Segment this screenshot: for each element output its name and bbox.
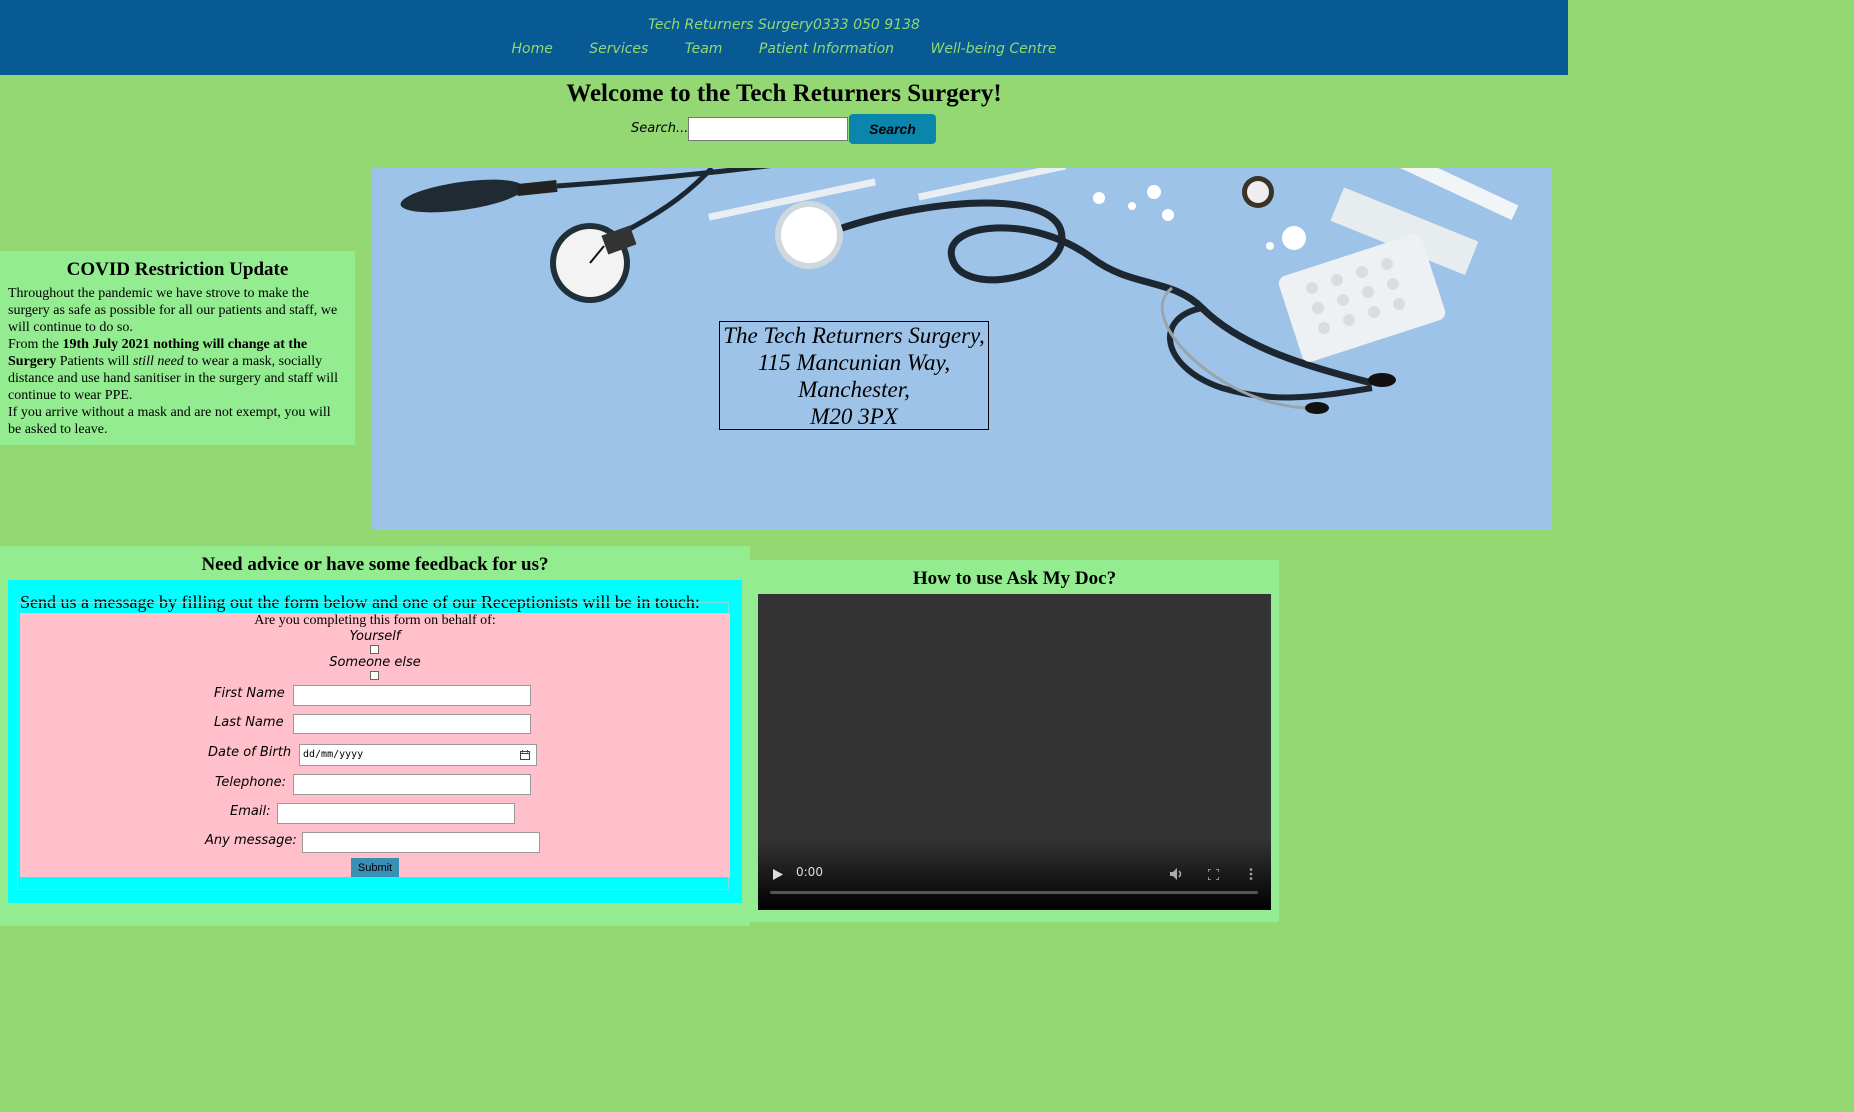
brand-phone: Tech Returners Surgery0333 050 9138 <box>648 17 920 33</box>
video-controls: 0:00 <box>758 840 1271 910</box>
email-field[interactable] <box>277 803 515 824</box>
dob-field[interactable]: dd/mm/yyyy <box>299 744 537 766</box>
surgery-address: The Tech Returners Surgery, 115 Mancunia… <box>719 321 989 430</box>
contact-form: Are you completing this form on behalf o… <box>20 613 730 877</box>
nav-team[interactable]: Team <box>685 41 723 57</box>
site-header: Tech Returners Surgery0333 050 9138 Home… <box>0 0 1568 75</box>
video-progress-bar[interactable] <box>770 891 1258 894</box>
ask-my-doc-panel: How to use Ask My Doc? 0:00 <box>750 560 1279 922</box>
telephone-field[interactable] <box>293 774 531 795</box>
submit-button[interactable]: Submit <box>351 858 399 877</box>
search-input[interactable] <box>688 117 848 141</box>
covid-paragraph-1: Throughout the pandemic we have strove t… <box>8 286 338 335</box>
email-label: Email: <box>230 804 271 819</box>
video-time: 0:00 <box>796 865 823 879</box>
contact-form-container: Send us a message by filling out the for… <box>8 580 742 903</box>
behalf-question: Are you completing this form on behalf o… <box>254 613 496 628</box>
first-name-label: First Name <box>214 686 285 701</box>
search-label: Search... <box>631 121 689 136</box>
someone-else-checkbox[interactable] <box>370 671 379 680</box>
nav-patient-information[interactable]: Patient Information <box>759 41 894 57</box>
message-label: Any message: <box>205 833 297 848</box>
last-name-field[interactable] <box>293 714 531 734</box>
hero-banner: The Tech Returners Surgery, 115 Mancunia… <box>372 168 1552 530</box>
dob-label: Date of Birth <box>208 745 292 760</box>
address-line-1: The Tech Returners Surgery, <box>723 323 985 348</box>
advice-panel: Need advice or have some feedback for us… <box>0 546 750 926</box>
telephone-label: Telephone: <box>215 775 287 790</box>
nav-home[interactable]: Home <box>512 41 553 57</box>
ask-my-doc-title: How to use Ask My Doc? <box>912 568 1117 589</box>
nav-wellbeing-centre[interactable]: Well-being Centre <box>930 41 1056 57</box>
covid-paragraph-2a: From the <box>8 337 63 352</box>
dob-placeholder: dd/mm/yyyy <box>303 749 364 760</box>
address-line-2: 115 Mancunian Way, <box>757 350 951 375</box>
form-intro: Send us a message by filling out the for… <box>20 592 700 612</box>
covid-emphasis: still need <box>132 354 184 369</box>
nav-services[interactable]: Services <box>589 41 648 57</box>
main-nav: Home Services Team Patient Information W… <box>0 41 1568 57</box>
last-name-label: Last Name <box>214 715 284 730</box>
address-line-3: Manchester, <box>798 377 910 402</box>
search-button[interactable]: Search <box>849 114 936 144</box>
fullscreen-icon[interactable] <box>1208 869 1219 880</box>
address-line-4: M20 3PX <box>810 404 898 429</box>
covid-title: COVID Restriction Update <box>66 259 289 280</box>
option-yourself-label: Yourself <box>349 629 401 644</box>
more-icon[interactable] <box>1249 868 1253 880</box>
message-field[interactable] <box>302 832 540 853</box>
covid-text: Throughout the pandemic we have strove t… <box>8 285 347 438</box>
covid-paragraph-2c: Patients will <box>56 354 133 369</box>
covid-update-panel: COVID Restriction Update Throughout the … <box>0 251 355 445</box>
option-someone-else-label: Someone else <box>329 655 421 670</box>
page-title: Welcome to the Tech Returners Surgery! <box>566 80 1002 107</box>
yourself-checkbox[interactable] <box>370 645 379 654</box>
video-player[interactable]: 0:00 <box>758 594 1271 910</box>
calendar-icon[interactable] <box>520 750 530 760</box>
play-icon[interactable] <box>773 869 783 880</box>
advice-title: Need advice or have some feedback for us… <box>201 554 549 575</box>
volume-icon[interactable] <box>1170 868 1183 880</box>
first-name-field[interactable] <box>293 685 531 706</box>
covid-paragraph-3: If you arrive without a mask and are not… <box>8 405 331 437</box>
